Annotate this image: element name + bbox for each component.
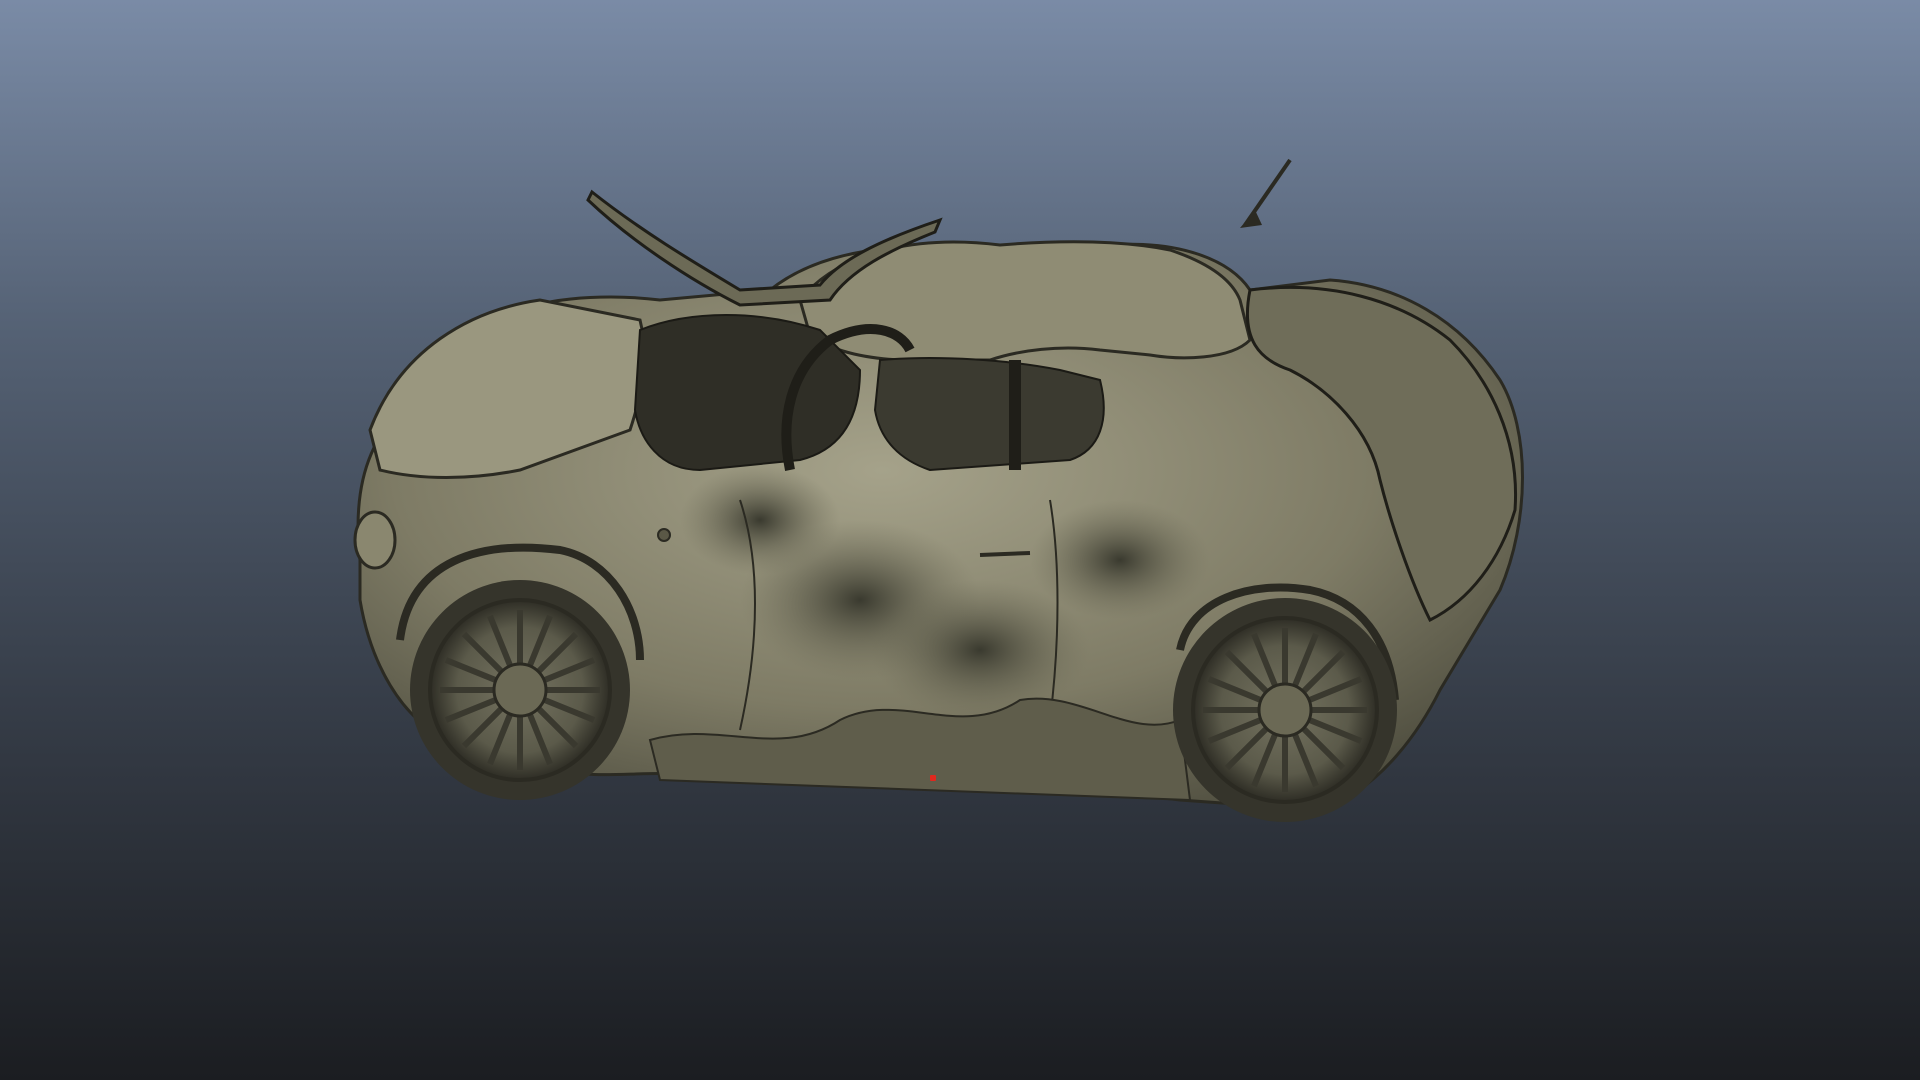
pivot-point-icon[interactable] bbox=[930, 775, 936, 781]
car-model-view[interactable] bbox=[0, 0, 1920, 1080]
rear-wheel-hub bbox=[1257, 682, 1313, 738]
headlight bbox=[353, 510, 397, 570]
dent bbox=[680, 465, 840, 575]
door-handle bbox=[979, 551, 1031, 557]
3d-viewport[interactable] bbox=[0, 0, 1920, 1080]
side-marker bbox=[657, 528, 671, 542]
cabin-interior-rear bbox=[873, 357, 1105, 472]
front-wheel-hub bbox=[492, 662, 548, 718]
antenna-base bbox=[1240, 210, 1262, 228]
